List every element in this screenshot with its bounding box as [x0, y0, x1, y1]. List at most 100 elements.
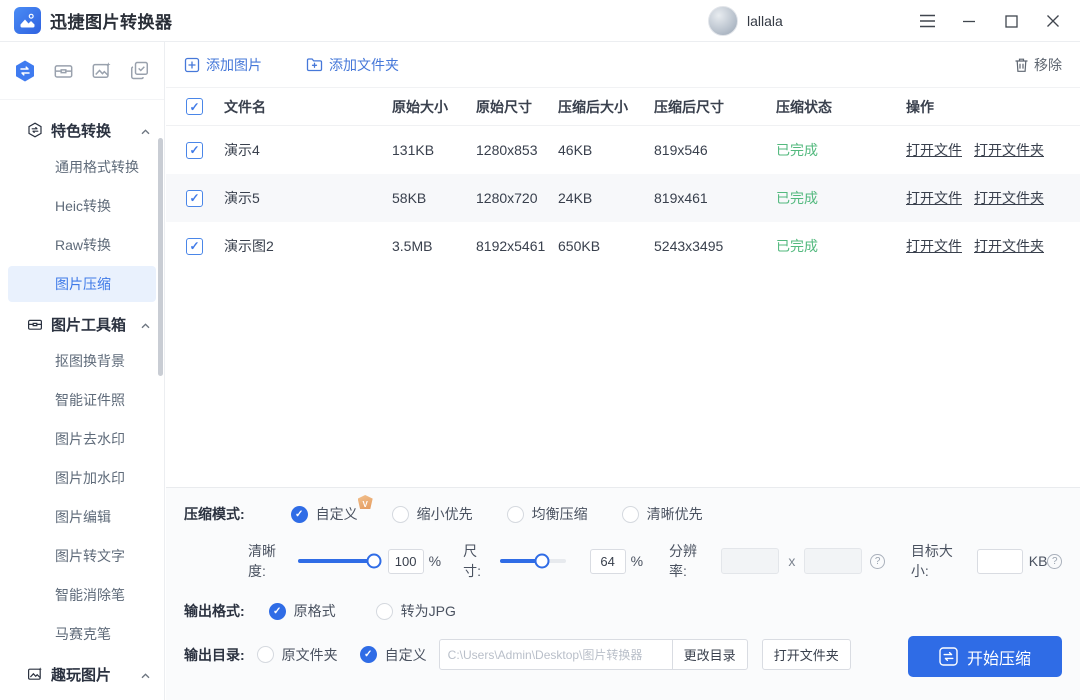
- sidebar-section-fun-images[interactable]: 趣玩图片: [0, 658, 164, 690]
- mode-option-balanced[interactable]: 均衡压缩: [507, 504, 588, 524]
- minimize-button[interactable]: [948, 0, 990, 42]
- main-menu-icon[interactable]: [906, 0, 948, 42]
- trash-icon: [1014, 57, 1029, 73]
- size-label: 尺寸:: [463, 541, 494, 581]
- table-row: 演示5 58KB 1280x720 24KB 819x461 已完成 打开文件 …: [166, 174, 1080, 222]
- sidebar-item-image-edit[interactable]: 图片编辑: [8, 499, 156, 535]
- column-operations: 操作: [906, 97, 1062, 117]
- app-title: 迅捷图片转换器: [50, 8, 173, 33]
- radio-unchecked-icon[interactable]: [257, 646, 274, 663]
- size-value-input[interactable]: [590, 549, 626, 574]
- resolution-help-icon[interactable]: ?: [870, 554, 885, 569]
- open-folder-link[interactable]: 打开文件夹: [974, 188, 1044, 208]
- open-folder-link[interactable]: 打开文件夹: [974, 236, 1044, 256]
- add-image-button[interactable]: 添加图片: [184, 55, 262, 75]
- sidebar-item-image-compress[interactable]: 图片压缩: [8, 266, 156, 302]
- table-row: 演示4 131KB 1280x853 46KB 819x546 已完成 打开文件…: [166, 126, 1080, 174]
- open-file-link[interactable]: 打开文件: [906, 188, 962, 208]
- mode-option-custom[interactable]: 自定义V: [291, 504, 358, 524]
- mode-option-label: 自定义V: [316, 504, 358, 524]
- start-compress-button[interactable]: 开始压缩: [908, 636, 1062, 677]
- change-directory-button[interactable]: 更改目录: [672, 639, 748, 670]
- batch-tab-icon[interactable]: [127, 59, 151, 83]
- radio-unchecked-icon[interactable]: [622, 506, 639, 523]
- sidebar-item-remove-watermark[interactable]: 图片去水印: [8, 421, 156, 457]
- output-option-source-folder[interactable]: 原文件夹: [257, 645, 338, 665]
- radio-checked-icon[interactable]: [291, 506, 308, 523]
- row-checkbox[interactable]: [186, 190, 203, 207]
- sidebar-item-mosaic-pen[interactable]: 马赛克笔: [8, 616, 156, 652]
- close-button[interactable]: [1032, 0, 1074, 42]
- sidebar-scrollbar[interactable]: [158, 138, 163, 376]
- open-file-link[interactable]: 打开文件: [906, 140, 962, 160]
- vip-badge-icon: V: [358, 495, 373, 509]
- open-folder-link[interactable]: 打开文件夹: [974, 140, 1044, 160]
- sidebar-section-toolbox[interactable]: 图片工具箱: [0, 308, 164, 340]
- output-path-input[interactable]: [439, 639, 673, 670]
- sidebar-item-raw-convert[interactable]: Raw转换: [8, 227, 156, 263]
- radio-checked-icon[interactable]: [360, 646, 377, 663]
- row-checkbox[interactable]: [186, 238, 203, 255]
- output-format-row: 输出格式: 原格式 转为JPG: [184, 601, 1062, 621]
- radio-unchecked-icon[interactable]: [392, 506, 409, 523]
- sidebar-item-add-watermark[interactable]: 图片加水印: [8, 460, 156, 496]
- cell-original-size: 3.5MB: [392, 238, 476, 254]
- format-option-jpg[interactable]: 转为JPG: [376, 601, 456, 621]
- output-format-label: 输出格式:: [184, 601, 245, 621]
- output-option-custom[interactable]: 自定义: [360, 645, 427, 665]
- section-label: 图片工具箱: [51, 314, 126, 335]
- sidebar-item-heic-convert[interactable]: Heic转换: [8, 188, 156, 224]
- resolution-width-input[interactable]: [721, 548, 779, 574]
- open-output-folder-button[interactable]: 打开文件夹: [762, 639, 851, 670]
- open-file-link[interactable]: 打开文件: [906, 236, 962, 256]
- column-original-dimensions: 原始尺寸: [476, 97, 558, 117]
- clarity-value-input[interactable]: [388, 549, 424, 574]
- cell-compressed-dimensions: 819x546: [654, 142, 776, 158]
- compress-mode-label: 压缩模式:: [184, 504, 245, 524]
- row-checkbox[interactable]: [186, 142, 203, 159]
- image-tools-tab-icon[interactable]: [89, 59, 113, 83]
- convert-tab-icon[interactable]: [13, 59, 37, 83]
- cell-compressed-size: 24KB: [558, 190, 654, 206]
- sidebar: 特色转换 通用格式转换 Heic转换 Raw转换 图片压缩 图片工具箱 抠图换背…: [0, 42, 165, 700]
- target-size-input[interactable]: [977, 549, 1023, 574]
- user-avatar[interactable]: [708, 6, 738, 36]
- mode-option-clarity-first[interactable]: 清晰优先: [622, 504, 703, 524]
- size-slider-handle[interactable]: [534, 554, 549, 569]
- clarity-slider[interactable]: [298, 559, 373, 563]
- cell-original-dimensions: 1280x720: [476, 190, 558, 206]
- radio-unchecked-icon[interactable]: [376, 603, 393, 620]
- chevron-up-icon[interactable]: [141, 666, 150, 682]
- select-all-checkbox[interactable]: [186, 98, 203, 115]
- resolution-height-input[interactable]: [804, 548, 862, 574]
- sidebar-item-id-photo[interactable]: 智能证件照: [8, 382, 156, 418]
- resolution-label: 分辨率:: [669, 541, 713, 581]
- sidebar-section-featured[interactable]: 特色转换: [0, 114, 164, 146]
- chevron-up-icon[interactable]: [141, 316, 150, 332]
- radio-checked-icon[interactable]: [269, 603, 286, 620]
- titlebar: 迅捷图片转换器 lallala: [0, 0, 1080, 42]
- cell-compressed-dimensions: 5243x3495: [654, 238, 776, 254]
- column-status: 压缩状态: [776, 97, 906, 117]
- target-size-help-icon[interactable]: ?: [1047, 554, 1062, 569]
- clarity-slider-handle[interactable]: [366, 554, 381, 569]
- sidebar-item-universal-convert[interactable]: 通用格式转换: [8, 149, 156, 185]
- add-folder-button[interactable]: 添加文件夹: [306, 55, 399, 75]
- sidebar-item-cutout-bg[interactable]: 抠图换背景: [8, 343, 156, 379]
- size-percent-sign: %: [631, 553, 643, 569]
- user-account[interactable]: lallala: [708, 0, 783, 42]
- username: lallala: [747, 13, 783, 29]
- mode-option-shrink-first[interactable]: 缩小优先: [392, 504, 473, 524]
- remove-button[interactable]: 移除: [1014, 55, 1062, 75]
- radio-unchecked-icon[interactable]: [507, 506, 524, 523]
- toolbox-tab-icon[interactable]: [51, 59, 75, 83]
- chevron-up-icon[interactable]: [141, 122, 150, 138]
- target-size-unit: KB: [1029, 553, 1048, 569]
- cell-original-dimensions: 8192x5461: [476, 238, 558, 254]
- status-badge: 已完成: [776, 188, 906, 208]
- sidebar-item-smart-eraser[interactable]: 智能消除笔: [8, 577, 156, 613]
- size-slider[interactable]: [500, 559, 566, 563]
- format-option-original[interactable]: 原格式: [269, 601, 336, 621]
- maximize-button[interactable]: [990, 0, 1032, 42]
- sidebar-item-image-to-text[interactable]: 图片转文字: [8, 538, 156, 574]
